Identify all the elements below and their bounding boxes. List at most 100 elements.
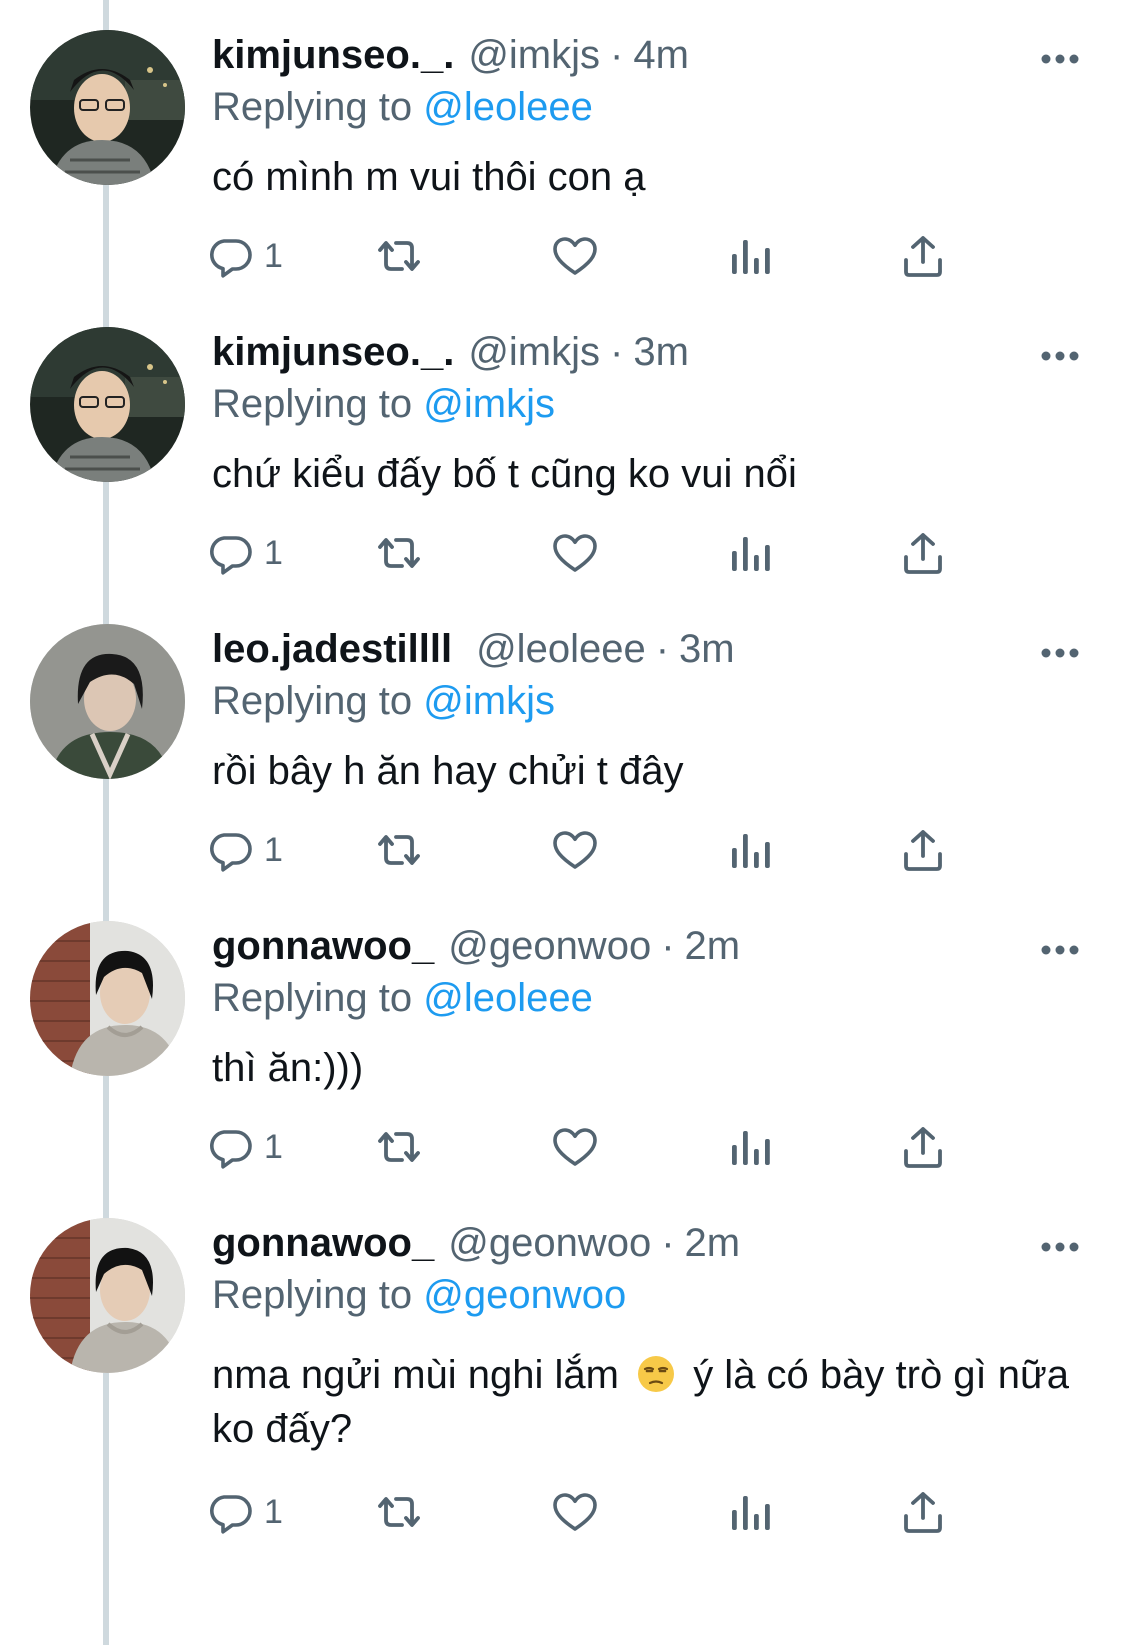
replying-to: Replying to @geonwoo [212, 1270, 626, 1320]
retweet-button[interactable] [372, 822, 426, 878]
more-horizontal-icon[interactable] [1040, 943, 1080, 957]
handle[interactable]: @geonwoo [448, 1221, 651, 1265]
reply-button[interactable]: 1 [206, 525, 283, 581]
display-name[interactable]: kimjunseo._. [212, 327, 454, 377]
reply-icon [210, 833, 252, 872]
tweet-header: kimjunseo._. @imkjs · 3m [212, 327, 689, 377]
separator: · [610, 33, 624, 77]
tweet-meta: @leoleee · 3m [476, 624, 735, 674]
tweet-text-part: nma ngửi mùi nghi lắm [212, 1353, 619, 1397]
display-name[interactable]: gonnawoo_ [212, 1218, 434, 1268]
heart-icon [553, 534, 597, 572]
views-icon [732, 1496, 770, 1530]
tweet-text: thì ăn:))) [212, 1046, 364, 1090]
tweet-text: có mình m vui thôi con ạ [212, 155, 646, 199]
share-icon [904, 830, 942, 871]
tweet-meta: @imkjs · 4m [468, 30, 689, 80]
handle[interactable]: @leoleee [476, 627, 646, 671]
avatar[interactable] [30, 30, 185, 185]
timestamp[interactable]: 2m [685, 1221, 741, 1265]
like-button[interactable] [550, 228, 600, 284]
share-button[interactable] [900, 228, 946, 284]
display-name[interactable]: gonnawoo_ [212, 921, 434, 971]
views-button[interactable] [728, 1119, 772, 1175]
replying-mention[interactable]: @imkjs [423, 679, 555, 723]
display-name[interactable]: leo.jadestillll [212, 624, 452, 674]
separator: · [661, 1221, 675, 1265]
share-button[interactable] [900, 525, 946, 581]
reply-count: 1 [264, 1492, 283, 1531]
reply-button[interactable]: 1 [206, 1484, 283, 1540]
reply-button[interactable]: 1 [206, 228, 283, 284]
avatar[interactable] [30, 624, 185, 779]
timestamp[interactable]: 4m [633, 33, 689, 77]
views-icon [732, 240, 770, 274]
replying-mention[interactable]: @geonwoo [423, 1273, 626, 1317]
tweet[interactable]: gonnawoo_ @geonwoo · 2m Replying to @leole… [0, 891, 1125, 1188]
views-button[interactable] [728, 525, 772, 581]
more-horizontal-icon[interactable] [1040, 52, 1080, 66]
reply-button[interactable]: 1 [206, 822, 283, 878]
tweet-header: kimjunseo._. @imkjs · 4m [212, 30, 689, 80]
avatar[interactable] [30, 327, 185, 482]
reply-icon [210, 1130, 252, 1169]
share-button[interactable] [900, 1484, 946, 1540]
tweet[interactable]: kimjunseo._. @imkjs · 3m Replying to @imkj… [0, 297, 1125, 594]
retweet-icon [378, 241, 420, 271]
replying-mention[interactable]: @imkjs [423, 382, 555, 426]
heart-icon [553, 1493, 597, 1531]
replying-mention[interactable]: @leoleee [423, 85, 593, 129]
share-icon [904, 236, 942, 277]
tweet[interactable]: gonnawoo_ @geonwoo · 2m Replying to @geonw… [0, 1188, 1125, 1645]
separator: · [655, 627, 670, 671]
more-horizontal-icon[interactable] [1040, 349, 1080, 363]
reply-count: 1 [264, 533, 283, 572]
heart-icon [553, 1128, 597, 1166]
tweet-text: rồi bây h ăn hay chửi t đây [212, 749, 684, 793]
more-horizontal-icon[interactable] [1040, 1240, 1080, 1254]
replying-label: Replying to [212, 85, 413, 129]
share-button[interactable] [900, 822, 946, 878]
avatar[interactable] [30, 921, 185, 1076]
share-button[interactable] [900, 1119, 946, 1175]
more-horizontal-icon[interactable] [1040, 646, 1080, 660]
tweet-actions: 1 [210, 1484, 992, 1540]
retweet-button[interactable] [372, 228, 426, 284]
like-button[interactable] [550, 525, 600, 581]
separator: · [610, 330, 624, 374]
replying-mention[interactable]: @leoleee [423, 976, 593, 1020]
handle[interactable]: @imkjs [468, 330, 600, 374]
tweet-text: chứ kiểu đấy bố t cũng ko vui nổi [212, 452, 797, 496]
tweet[interactable]: kimjunseo._. @imkjs · 4m Replying to @leol… [0, 0, 1125, 297]
replying-label: Replying to [212, 382, 413, 426]
timestamp[interactable]: 3m [679, 627, 735, 671]
display-name[interactable]: kimjunseo._. [212, 30, 454, 80]
retweet-button[interactable] [372, 1484, 426, 1540]
views-button[interactable] [728, 822, 772, 878]
retweet-button[interactable] [372, 525, 426, 581]
reply-button[interactable]: 1 [206, 1119, 283, 1175]
retweet-button[interactable] [372, 1119, 426, 1175]
timestamp[interactable]: 2m [685, 924, 741, 968]
handle[interactable]: @imkjs [468, 33, 600, 77]
views-icon [732, 1131, 770, 1165]
views-button[interactable] [728, 228, 772, 284]
separator: · [661, 924, 675, 968]
like-button[interactable] [550, 1119, 600, 1175]
tweet-actions: 1 [210, 1119, 992, 1175]
reply-count: 1 [264, 236, 283, 275]
like-button[interactable] [550, 1484, 600, 1540]
views-button[interactable] [728, 1484, 772, 1540]
share-icon [904, 1492, 942, 1533]
share-icon [904, 1127, 942, 1168]
handle[interactable]: @geonwoo [448, 924, 651, 968]
avatar[interactable] [30, 1218, 185, 1373]
replying-to: Replying to @imkjs [212, 379, 555, 429]
reply-count: 1 [264, 830, 283, 869]
retweet-icon [378, 1497, 420, 1527]
tweet-header: leo.jadestillll @leoleee · 3m [212, 624, 735, 674]
timestamp[interactable]: 3m [633, 330, 689, 374]
like-button[interactable] [550, 822, 600, 878]
tweet[interactable]: leo.jadestillll @leoleee · 3m Replying to … [0, 594, 1125, 891]
tweet-header: gonnawoo_ @geonwoo · 2m [212, 921, 740, 971]
